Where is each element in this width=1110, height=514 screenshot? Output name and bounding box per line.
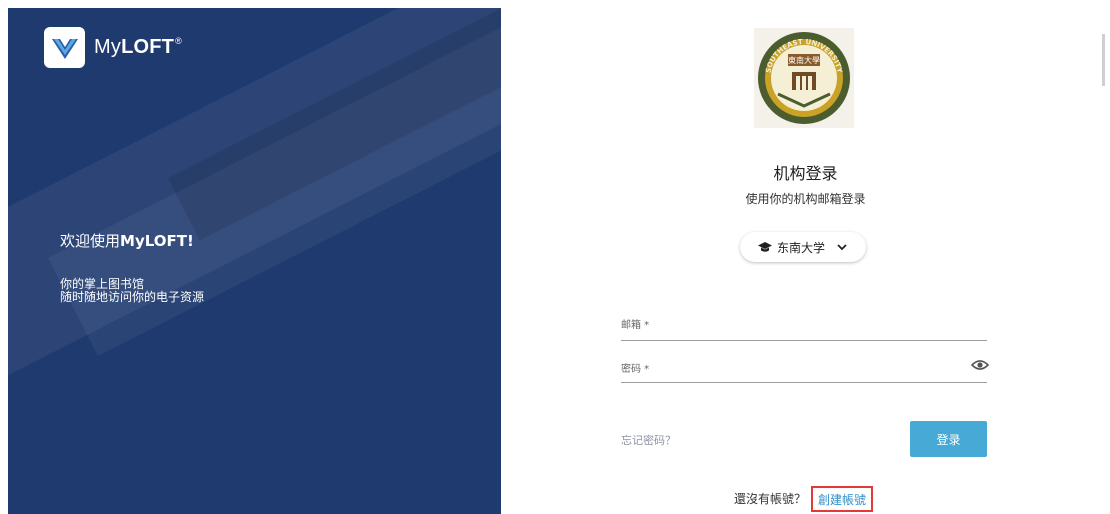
password-field[interactable] (621, 366, 961, 380)
myloft-logo-icon (44, 27, 85, 68)
brand-name-pre: My (94, 36, 122, 58)
institution-selector[interactable]: 东南大学 (740, 232, 866, 262)
brand-name-bold: LOFT (121, 36, 175, 58)
tagline-line-2: 随时随地访问你的电子资源 (60, 290, 205, 304)
email-field-group: 邮箱 * (621, 316, 987, 341)
login-button[interactable]: 登录 (910, 421, 987, 457)
login-panel: 東南大學 SOUTHEAST UNIVERSITY 机构登录 使用你的机构邮箱登… (501, 8, 1110, 514)
login-page: MyLOFT® 欢迎使用MyLOFT! 你的掌上图书馆 随时随地访问你的电子资源… (0, 0, 1110, 514)
emblem-center-text: 東南大學 (788, 55, 820, 65)
welcome-text: 欢迎使用 (60, 232, 121, 250)
page-title: 机构登录 (773, 164, 838, 183)
create-account-label: 創建帳號 (818, 492, 867, 507)
forgot-password-link[interactable]: 忘记密码？ (621, 432, 676, 448)
graduation-cap-icon (757, 241, 772, 252)
promo-panel: MyLOFT® 欢迎使用MyLOFT! 你的掌上图书馆 随时随地访问你的电子资源 (8, 8, 501, 514)
chevron-down-icon (837, 244, 847, 251)
password-field-group: 密码 * (621, 358, 989, 383)
tagline: 你的掌上图书馆 随时随地访问你的电子资源 (60, 278, 204, 304)
email-field[interactable] (621, 324, 961, 338)
no-account-text: 還沒有帳號？ (734, 492, 807, 506)
brand-name: MyLOFT® (94, 36, 182, 59)
page-subtitle: 使用你的机构邮箱登录 (745, 192, 866, 206)
create-account-link[interactable]: 創建帳號 (811, 486, 874, 512)
university-emblem: 東南大學 SOUTHEAST UNIVERSITY (754, 28, 854, 128)
scrollbar-thumb[interactable] (1102, 34, 1105, 86)
welcome-heading: 欢迎使用MyLOFT! (60, 230, 194, 251)
institution-name: 东南大学 (776, 240, 825, 255)
eye-icon[interactable] (971, 358, 989, 372)
brand: MyLOFT® (44, 27, 182, 68)
brand-name-sup: ® (175, 36, 182, 46)
welcome-brand: MyLOFT! (120, 232, 194, 250)
